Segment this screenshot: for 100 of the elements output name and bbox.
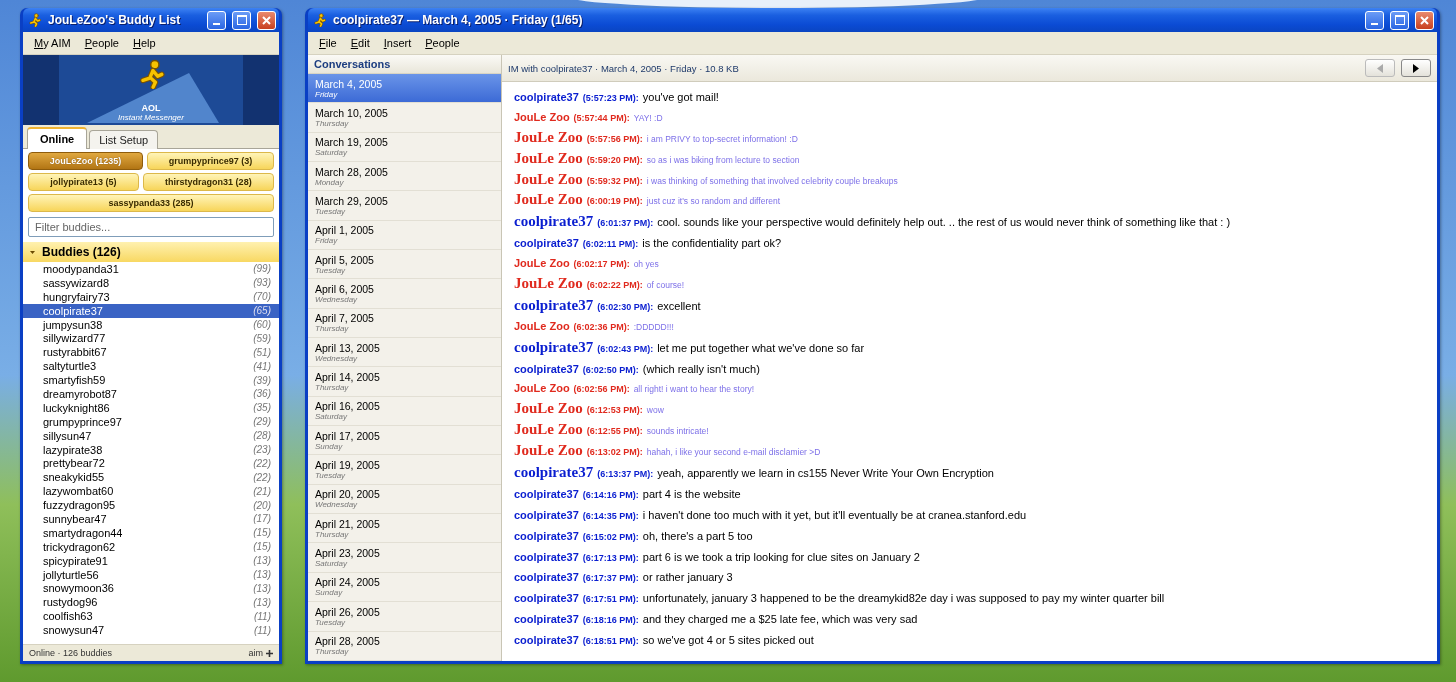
- conversation-item[interactable]: March 10, 2005 Thursday: [308, 103, 501, 133]
- buddy-row[interactable]: rustydog96 (13): [23, 595, 279, 610]
- buddy-row[interactable]: grumpyprince97 (29): [23, 414, 279, 429]
- buddy-row[interactable]: smartyfish59 (39): [23, 373, 279, 387]
- buddy-count: (93): [253, 277, 271, 289]
- conversation-item[interactable]: April 26, 2005 Tuesday: [308, 602, 501, 632]
- conversation-day: Friday: [315, 236, 494, 246]
- conversation-item[interactable]: April 7, 2005 Thursday: [308, 308, 501, 339]
- buddy-name: sneakykid55: [43, 471, 105, 484]
- conversation-item[interactable]: April 6, 2005 Wednesday: [308, 279, 501, 309]
- menu-item[interactable]: My AIM: [29, 35, 76, 51]
- minimize-button[interactable]: [207, 10, 226, 30]
- buddy-row[interactable]: smartydragon44 (15): [23, 525, 279, 540]
- buddy-count: (15): [253, 527, 271, 539]
- conversation-item[interactable]: April 19, 2005 Tuesday: [308, 455, 501, 485]
- tab[interactable]: Online: [27, 127, 88, 149]
- conversation-item[interactable]: April 1, 2005 Friday: [308, 220, 501, 251]
- buddy-row[interactable]: jollyturtle56 (13): [23, 567, 279, 582]
- buddy-row[interactable]: snowymoon36 (13): [23, 581, 279, 596]
- conversation-info: IM with coolpirate37 · March 4, 2005 · Friday · 10.8 KB: [508, 62, 739, 74]
- buddy-count: (60): [253, 319, 271, 330]
- menu-item[interactable]: File: [314, 35, 342, 51]
- next-button[interactable]: [1401, 59, 1431, 77]
- plus-icon[interactable]: [266, 649, 273, 657]
- message-sender: JouLe Zoo: [514, 319, 570, 332]
- message-time: (6:02:22 PM):: [586, 280, 643, 290]
- close-button[interactable]: [257, 10, 276, 30]
- buddy-row[interactable]: trickydragon62 (15): [23, 539, 279, 554]
- buddy-row[interactable]: prettybear72 (22): [23, 456, 279, 471]
- conversation-item[interactable]: March 28, 2005 Monday: [308, 162, 501, 192]
- buddy-name: sassywizard8: [43, 276, 110, 289]
- buddy-row[interactable]: sillywizard77 (59): [23, 331, 279, 346]
- buddy-row[interactable]: rustyrabbit67 (51): [23, 345, 279, 360]
- buddy-row[interactable]: coolfish63 (11): [23, 609, 279, 624]
- menu-item[interactable]: People: [79, 35, 124, 51]
- buddy-row[interactable]: dreamyrobot87 (36): [23, 387, 279, 401]
- buddy-name: jumpysun38: [43, 318, 103, 331]
- conversation-item[interactable]: April 14, 2005 Thursday: [308, 367, 501, 397]
- menu-item[interactable]: Edit: [345, 35, 375, 51]
- message-sender: JouLe Zoo: [514, 149, 583, 167]
- menu-item[interactable]: Help: [127, 35, 161, 51]
- message-text: part 6 is we took a trip looking for clue sites on January 2: [642, 549, 920, 565]
- buddy-row[interactable]: luckyknight86 (35): [23, 400, 279, 415]
- conversation-item[interactable]: March 19, 2005 Saturday: [308, 132, 501, 162]
- buddy-row[interactable]: hungryfairy73 (70): [23, 289, 279, 304]
- message-text: part 4 is the website: [642, 486, 741, 502]
- conversation-date: April 16, 2005: [315, 400, 381, 413]
- minimize-button[interactable]: [1365, 10, 1384, 30]
- message-text: :DDDDD!!!: [633, 320, 674, 334]
- message-time: (6:13:37 PM):: [597, 469, 654, 480]
- buddy-row[interactable]: moodypanda31 (99): [23, 262, 279, 276]
- message-time: (5:59:32 PM):: [586, 175, 643, 186]
- message-text: so we've got 4 or 5 sites picked out: [642, 633, 814, 649]
- buddy-row[interactable]: fuzzydragon95 (20): [23, 498, 279, 513]
- conversation-item[interactable]: March 4, 2005 Friday: [308, 73, 501, 104]
- buddy-row[interactable]: snowysun47 (11): [23, 623, 279, 638]
- message-text: yeah, apparently we learn in cs155 Never Write Your Own Encryption: [657, 466, 994, 482]
- message-text: and they charged me a $25 late fee, which was very sad: [642, 612, 918, 628]
- group-header[interactable]: Buddies (126): [23, 242, 279, 262]
- account-chip[interactable]: grumpyprince97 (3): [147, 152, 274, 170]
- conversation-item[interactable]: April 13, 2005 Wednesday: [308, 338, 501, 368]
- buddy-row[interactable]: lazypirate38 (23): [23, 442, 279, 457]
- running-man-icon: [28, 13, 42, 27]
- maximize-button[interactable]: [232, 10, 251, 30]
- message-sender: JouLe Zoo: [514, 275, 583, 292]
- menu-item[interactable]: People: [420, 35, 465, 51]
- conversation-item[interactable]: April 23, 2005 Saturday: [308, 543, 501, 573]
- buddy-count: (59): [253, 332, 271, 344]
- buddy-row[interactable]: jumpysun38 (60): [23, 317, 279, 332]
- buddy-row[interactable]: sillysun47 (28): [23, 428, 279, 443]
- buddy-row[interactable]: lazywombat60 (21): [23, 484, 279, 499]
- buddy-row[interactable]: sneakykid55 (22): [23, 470, 279, 485]
- buddy-row[interactable]: saltyturtle3 (41): [23, 359, 279, 374]
- message-text: i haven't done too much with it yet, but it'll eventually be at cranea.stanford.edu: [642, 507, 1027, 523]
- conversation-item[interactable]: April 16, 2005 Saturday: [308, 396, 501, 427]
- account-chip[interactable]: jollypirate13 (5): [28, 173, 139, 191]
- close-button[interactable]: [1415, 10, 1434, 30]
- buddy-row[interactable]: sunnybear47 (17): [23, 512, 279, 526]
- maximize-button[interactable]: [1390, 10, 1409, 30]
- menu-item[interactable]: Insert: [378, 35, 417, 51]
- message-sender: coolpirate37: [514, 487, 579, 500]
- conversation-day: Saturday: [315, 412, 494, 422]
- conversation-item[interactable]: April 5, 2005 Tuesday: [308, 250, 501, 280]
- message-time: (6:17:13 PM):: [582, 552, 639, 563]
- buddy-row[interactable]: coolpirate37 (65): [23, 303, 279, 318]
- account-chip[interactable]: sassypanda33 (285): [28, 194, 274, 212]
- buddy-row[interactable]: spicypirate91 (13): [23, 553, 279, 568]
- conversation-item[interactable]: April 17, 2005 Sunday: [308, 426, 501, 456]
- buddy-count: (21): [253, 485, 271, 497]
- tab[interactable]: List Setup: [89, 130, 159, 149]
- buddy-row[interactable]: sassywizard8 (93): [23, 275, 279, 290]
- filter-field[interactable]: Filter buddies...: [28, 217, 274, 237]
- conversation-item[interactable]: April 24, 2005 Sunday: [308, 572, 501, 603]
- conversation-item[interactable]: April 28, 2005 Thursday: [308, 631, 501, 661]
- conversation-day: Wednesday: [315, 295, 494, 305]
- conversation-item[interactable]: March 29, 2005 Tuesday: [308, 191, 501, 221]
- conversation-day: Saturday: [315, 148, 494, 158]
- conversation-item[interactable]: April 21, 2005 Thursday: [308, 514, 501, 544]
- conversation-item[interactable]: April 20, 2005 Wednesday: [308, 484, 501, 515]
- account-chip[interactable]: thirstydragon31 (28): [142, 173, 274, 191]
